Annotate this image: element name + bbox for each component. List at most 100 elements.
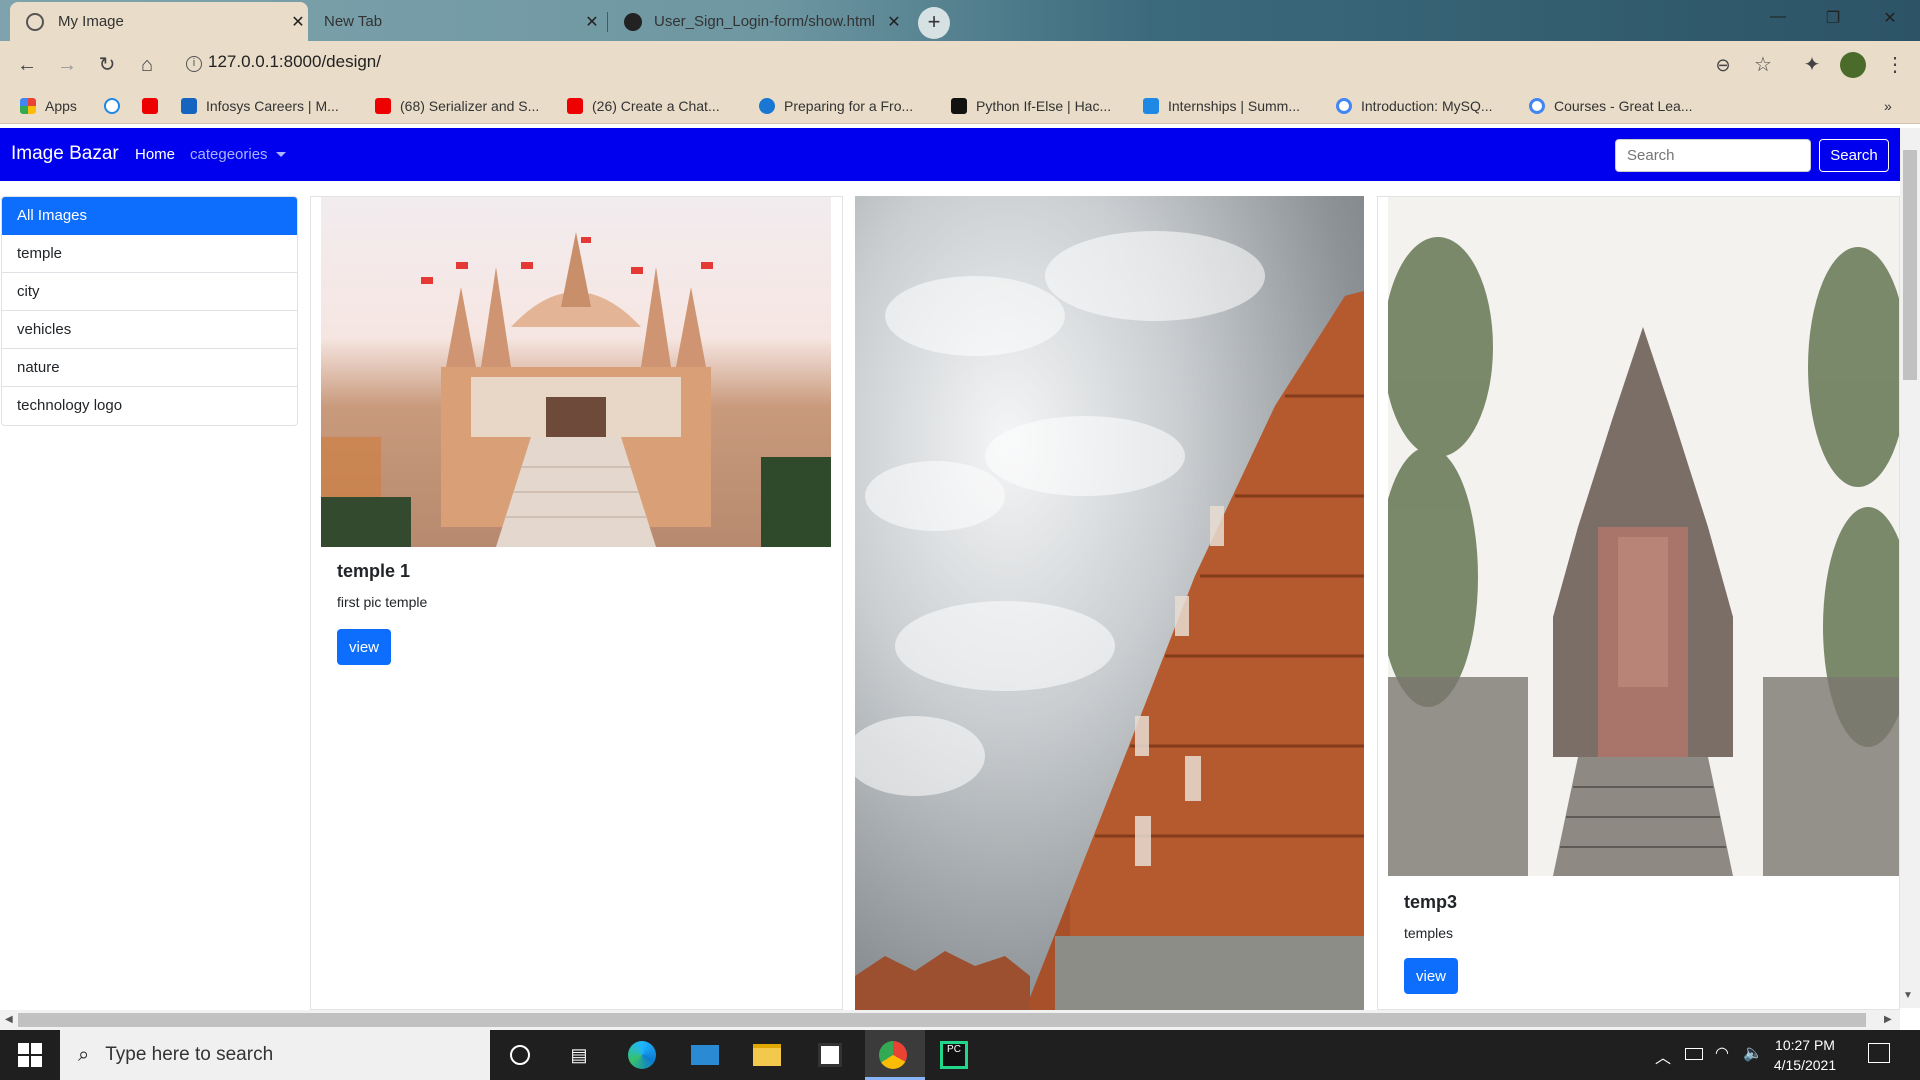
- tab-title: New Tab: [324, 13, 383, 30]
- caret-down-icon: [275, 152, 286, 157]
- system-clock[interactable]: 10:27 PM 4/15/2021: [1760, 1035, 1850, 1075]
- image-card: temple 1 first pic temple view: [310, 196, 843, 1010]
- card-image[interactable]: [1388, 197, 1899, 876]
- google-icon: [1529, 98, 1545, 114]
- infosys-icon: [181, 98, 197, 114]
- category-temple[interactable]: temple: [2, 235, 297, 273]
- category-nature[interactable]: nature: [2, 349, 297, 387]
- close-tab-icon[interactable]: ✕: [288, 12, 308, 32]
- zoom-icon[interactable]: ⊖: [1710, 53, 1736, 77]
- apps-grid-icon: [20, 98, 36, 114]
- close-tab-icon[interactable]: ✕: [582, 12, 602, 32]
- back-icon[interactable]: ←: [14, 53, 40, 77]
- tab-title: My Image: [58, 13, 124, 30]
- bookmark-serializer[interactable]: (68) Serializer and S...: [375, 95, 539, 117]
- image-card: temp3 temples view: [1377, 196, 1900, 1010]
- taskbar-search[interactable]: ⌕ Type here to search: [60, 1030, 490, 1080]
- category-list: All Images temple city vehicles nature t…: [1, 196, 298, 426]
- bookmark-star-icon[interactable]: ☆: [1750, 53, 1776, 77]
- reload-icon[interactable]: ↻: [94, 53, 120, 77]
- search-icon: ⌕: [78, 1043, 90, 1066]
- more-bookmarks-icon[interactable]: »: [1884, 95, 1892, 117]
- image-card: [855, 196, 1364, 1010]
- windows-start-icon[interactable]: [18, 1043, 42, 1067]
- card-text: temples: [1404, 925, 1454, 941]
- k-logo-icon: [104, 98, 120, 114]
- bookmark-hackerrank[interactable]: Python If-Else | Hac...: [951, 95, 1111, 117]
- bookmark-chat[interactable]: (26) Create a Chat...: [567, 95, 720, 117]
- category-all-images[interactable]: All Images: [2, 197, 297, 235]
- chevron-up-icon[interactable]: ︿: [1655, 1044, 1671, 1068]
- window-close-icon[interactable]: ✕: [1878, 8, 1902, 28]
- scroll-down-arrow-icon[interactable]: ▼: [1903, 990, 1913, 1001]
- nav-categories-label: categeories: [190, 146, 268, 163]
- hackerrank-icon: [951, 98, 967, 114]
- store-icon[interactable]: [814, 1040, 846, 1070]
- temple-photo: [321, 232, 831, 547]
- home-icon[interactable]: ⌂: [134, 53, 160, 77]
- restore-icon[interactable]: ❐: [1821, 8, 1845, 28]
- card-image[interactable]: [321, 197, 831, 547]
- category-city[interactable]: city: [2, 273, 297, 311]
- youtube-icon: [567, 98, 583, 114]
- bookmark-youtube[interactable]: [142, 95, 167, 117]
- tab-my-image[interactable]: My Image ✕: [10, 2, 308, 41]
- tab-title: User_Sign_Login-form/show.html: [654, 13, 875, 30]
- card-text: first pic temple: [337, 594, 428, 610]
- clock-time: 10:27 PM: [1775, 1037, 1835, 1053]
- view-button[interactable]: view: [337, 629, 391, 665]
- github-icon: [624, 12, 642, 31]
- tab-new-tab[interactable]: New Tab ✕: [312, 2, 602, 41]
- chrome-icon[interactable]: [877, 1040, 909, 1070]
- bali-temple-photo: [1388, 237, 1899, 876]
- horizontal-scrollbar-thumb[interactable]: [18, 1013, 1866, 1027]
- bookmark-mysql[interactable]: Introduction: MySQ...: [1336, 95, 1493, 117]
- bookmark-internships[interactable]: Internships | Summ...: [1143, 95, 1300, 117]
- nav-categories-dropdown[interactable]: categeories: [190, 146, 286, 163]
- pycharm-icon[interactable]: PC: [938, 1040, 970, 1070]
- search-button[interactable]: Search: [1819, 139, 1889, 172]
- wifi-icon[interactable]: ◠: [1715, 1043, 1729, 1063]
- category-vehicles[interactable]: vehicles: [2, 311, 297, 349]
- tab-github[interactable]: User_Sign_Login-form/show.html ✕: [612, 2, 904, 41]
- globe-icon: [759, 98, 775, 114]
- task-view-icon[interactable]: ▤: [563, 1040, 595, 1070]
- view-button[interactable]: view: [1404, 958, 1458, 994]
- google-icon: [1336, 98, 1352, 114]
- youtube-icon: [375, 98, 391, 114]
- file-explorer-icon[interactable]: [751, 1040, 783, 1070]
- new-tab-button[interactable]: +: [918, 7, 950, 39]
- card-image[interactable]: [855, 196, 1364, 1010]
- nav-home[interactable]: Home: [135, 146, 175, 163]
- mail-icon[interactable]: [689, 1040, 721, 1070]
- search-input[interactable]: [1615, 139, 1811, 172]
- notifications-icon[interactable]: [1868, 1043, 1890, 1063]
- tab-divider: [607, 12, 608, 32]
- forward-icon[interactable]: →: [54, 53, 80, 77]
- bookmark-great-learning[interactable]: Courses - Great Lea...: [1529, 95, 1693, 117]
- menu-dots-icon[interactable]: ⋮: [1882, 53, 1908, 77]
- extensions-icon[interactable]: ✦: [1799, 53, 1825, 77]
- bookmark-k[interactable]: [104, 95, 129, 117]
- scroll-right-arrow-icon[interactable]: ▶: [1884, 1014, 1892, 1025]
- bookmark-infosys[interactable]: Infosys Careers | M...: [181, 95, 339, 117]
- edge-icon[interactable]: [626, 1040, 658, 1070]
- youtube-icon: [142, 98, 158, 114]
- avatar[interactable]: [1840, 52, 1866, 78]
- globe-icon: [26, 12, 44, 31]
- address-bar[interactable]: 127.0.0.1:8000/design/: [208, 52, 381, 72]
- scroll-left-arrow-icon[interactable]: ◀: [5, 1014, 13, 1025]
- bookmark-preparing[interactable]: Preparing for a Fro...: [759, 95, 913, 117]
- battery-icon[interactable]: [1685, 1048, 1703, 1060]
- taskbar-search-placeholder: Type here to search: [105, 1044, 274, 1065]
- category-technology-logo[interactable]: technology logo: [2, 387, 297, 425]
- card-title: temp3: [1404, 892, 1458, 912]
- cortana-icon[interactable]: [504, 1040, 536, 1070]
- info-icon[interactable]: i: [186, 56, 202, 72]
- bookmark-apps[interactable]: Apps: [20, 95, 77, 117]
- gopuram-photo: [855, 231, 1364, 1010]
- vertical-scrollbar-thumb[interactable]: [1903, 150, 1917, 380]
- close-tab-icon[interactable]: ✕: [884, 12, 904, 32]
- minimize-icon[interactable]: —: [1766, 8, 1790, 26]
- brand-logo[interactable]: Image Bazar: [11, 143, 119, 165]
